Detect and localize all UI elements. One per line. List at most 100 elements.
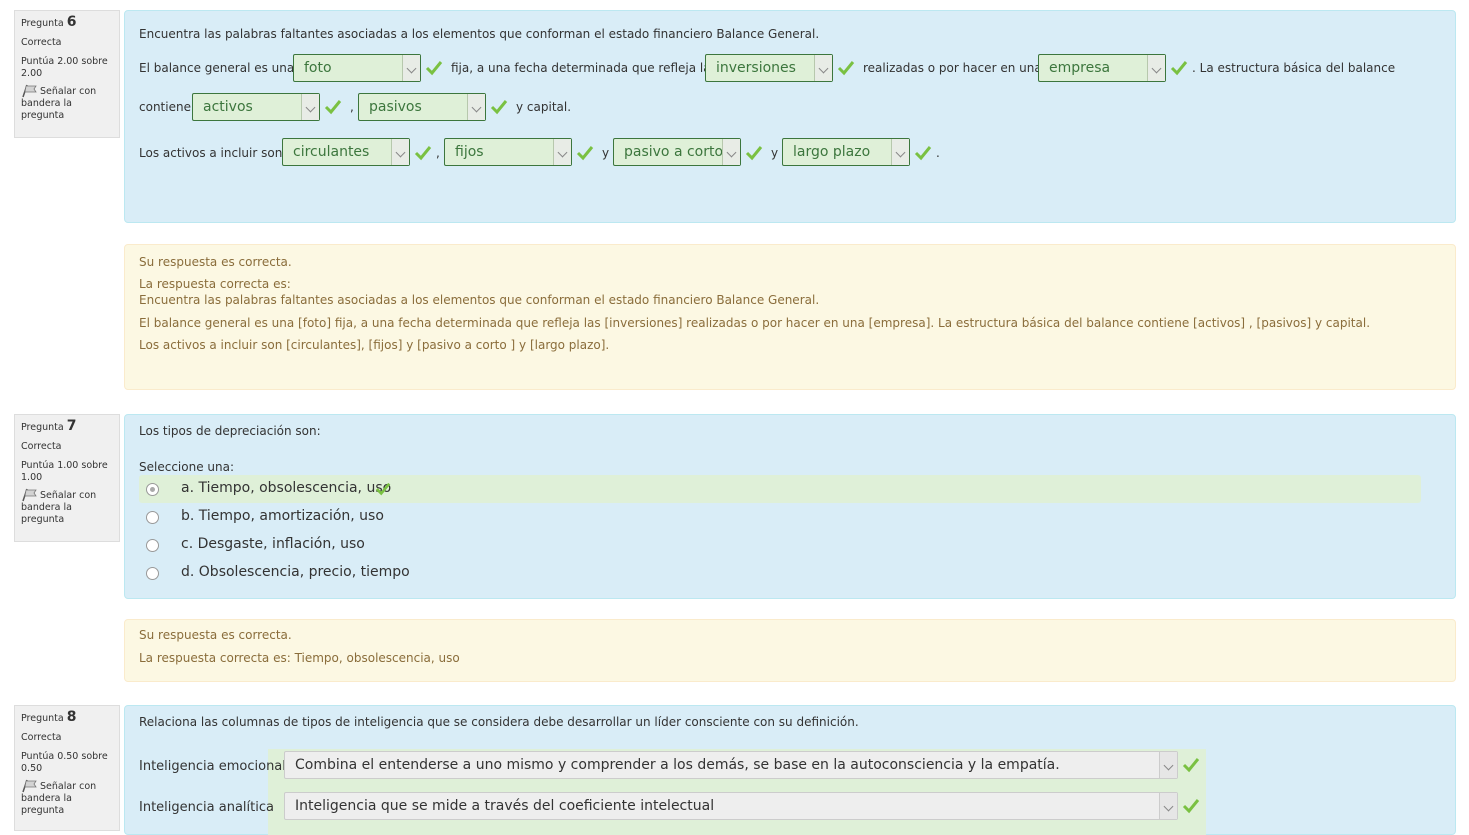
- flag-question-link[interactable]: Señalar con bandera la pregunta: [21, 84, 113, 122]
- radio-button[interactable]: [146, 483, 159, 496]
- answer-label: d. Obsolescencia, precio, tiempo: [181, 564, 410, 580]
- select-value: pasivos: [369, 99, 422, 115]
- flag-icon: [22, 488, 37, 502]
- cloze-select-inversiones[interactable]: inversiones: [705, 54, 833, 82]
- chevron-down-icon: [467, 94, 485, 120]
- question-state: Correcta: [21, 441, 62, 452]
- right-answer-line: Los activos a incluir son [circulantes],…: [139, 338, 610, 352]
- cloze-select-empresa[interactable]: empresa: [1038, 54, 1166, 82]
- question-info-6: Pregunta 6 Correcta Puntúa 2.00 sobre 2.…: [14, 10, 120, 138]
- cloze-select-largo-plazo[interactable]: largo plazo: [782, 138, 910, 166]
- select-value: largo plazo: [793, 144, 871, 160]
- check-icon: [375, 482, 391, 496]
- check-icon: [837, 61, 855, 76]
- check-icon: [414, 146, 432, 161]
- flag-question-link[interactable]: Señalar con bandera la pregunta: [21, 488, 113, 526]
- chevron-down-icon: [391, 139, 409, 165]
- question-feedback-7: Su respuesta es correcta. La respuesta c…: [124, 619, 1456, 682]
- check-icon: [324, 100, 342, 115]
- radio-button[interactable]: [146, 511, 159, 524]
- right-answer-line: Encuentra las palabras faltantes asociad…: [139, 293, 820, 307]
- select-value: pasivo a corto: [624, 144, 724, 160]
- chevron-down-icon: [814, 55, 832, 81]
- cloze-select-pasivos[interactable]: pasivos: [358, 93, 486, 121]
- cloze-select-fijos[interactable]: fijos: [444, 138, 572, 166]
- cloze-text: . La estructura básica del balance: [1192, 61, 1396, 75]
- question-number: 7: [66, 418, 77, 434]
- question-formulation-6: Encuentra las palabras faltantes asociad…: [124, 10, 1456, 223]
- cloze-text: ,: [350, 100, 354, 114]
- question-grade: Puntúa 0.50 sobre 0.50: [21, 751, 108, 774]
- question-number: 6: [66, 14, 77, 30]
- match-row-label: Inteligencia analítica: [139, 800, 274, 815]
- question-number: 8: [66, 709, 77, 725]
- check-icon: [1182, 799, 1200, 814]
- select-value: empresa: [1049, 60, 1111, 76]
- question-formulation-8: Relaciona las columnas de tipos de intel…: [124, 705, 1456, 835]
- question-label: Pregunta: [21, 18, 64, 29]
- flag-icon: [22, 84, 37, 98]
- cloze-select-pasivo-a-corto[interactable]: pasivo a corto: [613, 138, 741, 166]
- cloze-select-circulantes[interactable]: circulantes: [282, 138, 410, 166]
- check-icon: [425, 61, 443, 76]
- answer-option-a[interactable]: a. Tiempo, obsolescencia, uso: [139, 475, 1421, 503]
- select-value: circulantes: [293, 144, 370, 160]
- check-icon: [745, 146, 763, 161]
- radio-button[interactable]: [146, 567, 159, 580]
- select-value: activos: [203, 99, 253, 115]
- chevron-down-icon: [722, 139, 740, 165]
- answer-option-c[interactable]: c. Desgaste, inflación, uso: [139, 531, 1421, 559]
- select-value: Combina el entenderse a uno mismo y comp…: [295, 757, 1060, 773]
- cloze-text: El balance general es una: [139, 61, 295, 75]
- chevron-down-icon: [402, 55, 420, 81]
- question-grade: Puntúa 1.00 sobre 1.00: [21, 460, 108, 483]
- chevron-down-icon: [1147, 55, 1165, 81]
- flag-icon: [22, 779, 37, 793]
- check-icon: [576, 146, 594, 161]
- chevron-down-icon: [553, 139, 571, 165]
- radio-button[interactable]: [146, 539, 159, 552]
- answer-label: c. Desgaste, inflación, uso: [181, 536, 365, 552]
- cloze-text: ,: [436, 146, 440, 160]
- select-value: fijos: [455, 144, 484, 160]
- check-icon: [1170, 61, 1188, 76]
- question-formulation-7: Los tipos de depreciación son: Seleccion…: [124, 414, 1456, 599]
- question-prompt: Relaciona las columnas de tipos de intel…: [139, 715, 859, 729]
- check-icon: [490, 100, 508, 115]
- check-icon: [1182, 758, 1200, 773]
- right-answer-label: La respuesta correcta es:: [139, 277, 291, 291]
- chevron-down-icon: [1159, 752, 1177, 778]
- question-grade: Puntúa 2.00 sobre 2.00: [21, 56, 108, 79]
- question-prompt: Los tipos de depreciación son:: [139, 424, 321, 438]
- answer-option-d[interactable]: d. Obsolescencia, precio, tiempo: [139, 559, 1421, 587]
- cloze-text: fija, a una fecha determinada que reflej…: [451, 61, 717, 75]
- cloze-text: y capital.: [516, 100, 572, 114]
- cloze-text: contiene: [139, 100, 191, 114]
- right-answer: La respuesta correcta es: Tiempo, obsole…: [139, 651, 460, 665]
- cloze-select-foto[interactable]: foto: [293, 54, 421, 82]
- question-info-8: Pregunta 8 Correcta Puntúa 0.50 sobre 0.…: [14, 705, 120, 831]
- question-prompt: Encuentra las palabras faltantes asociad…: [139, 27, 820, 41]
- match-select-emocional[interactable]: Combina el entenderse a uno mismo y comp…: [284, 751, 1178, 779]
- question-label: Pregunta: [21, 713, 64, 724]
- answer-label: b. Tiempo, amortización, uso: [181, 508, 384, 524]
- question-info-7: Pregunta 7 Correcta Puntúa 1.00 sobre 1.…: [14, 414, 120, 542]
- feedback-status: Su respuesta es correcta.: [139, 628, 292, 642]
- question-state: Correcta: [21, 37, 62, 48]
- right-answer-line: El balance general es una [foto] fija, a…: [139, 316, 1371, 330]
- match-select-analitica[interactable]: Inteligencia que se mide a través del co…: [284, 792, 1178, 820]
- answer-label: a. Tiempo, obsolescencia, uso: [181, 480, 392, 496]
- cloze-text: .: [936, 146, 940, 160]
- chevron-down-icon: [1159, 793, 1177, 819]
- question-feedback-6: Su respuesta es correcta. La respuesta c…: [124, 244, 1456, 390]
- cloze-select-activos[interactable]: activos: [192, 93, 320, 121]
- answer-option-b[interactable]: b. Tiempo, amortización, uso: [139, 503, 1421, 531]
- question-label: Pregunta: [21, 422, 64, 433]
- question-state: Correcta: [21, 732, 62, 743]
- cloze-text: Los activos a incluir son: [139, 146, 283, 160]
- select-one-label: Seleccione una:: [139, 460, 234, 474]
- flag-question-link[interactable]: Señalar con bandera la pregunta: [21, 779, 113, 817]
- match-row-label: Inteligencia emocional: [139, 759, 286, 774]
- check-icon: [914, 146, 932, 161]
- chevron-down-icon: [301, 94, 319, 120]
